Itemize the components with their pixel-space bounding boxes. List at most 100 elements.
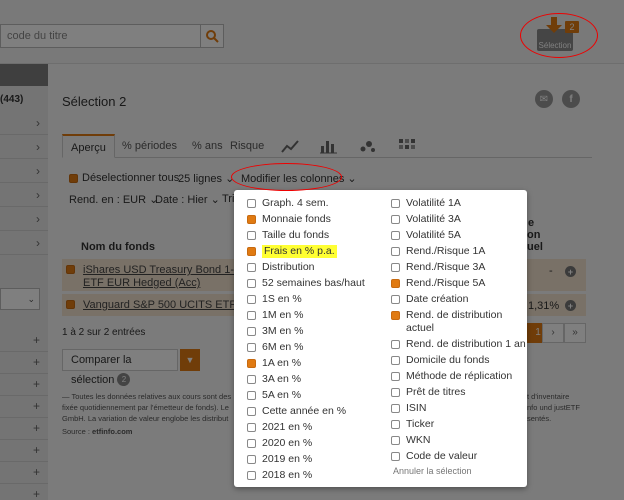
column-option[interactable]: Taille du fonds [247, 229, 329, 242]
column-option-checkbox[interactable] [391, 311, 400, 320]
tab-risque[interactable]: Risque [222, 134, 272, 158]
column-option[interactable]: Rend./Risque 5A [391, 277, 485, 290]
search-button[interactable] [200, 24, 224, 48]
column-option-checkbox[interactable] [247, 279, 256, 288]
sidebar-row[interactable]: › [0, 135, 48, 159]
sort-select[interactable]: Tri [222, 193, 234, 205]
deselect-all-checkbox[interactable] [69, 174, 78, 183]
column-option-checkbox[interactable] [247, 455, 256, 464]
column-option-checkbox[interactable] [247, 247, 256, 256]
column-option[interactable]: Domicile du fonds [391, 354, 489, 367]
sidebar-row[interactable]: + [0, 482, 48, 500]
column-option-checkbox[interactable] [391, 263, 400, 272]
column-option[interactable]: Rend. de distribution 1 an [391, 338, 526, 351]
column-option[interactable]: 1M en % [247, 309, 303, 322]
column-option[interactable]: Prêt de titres [391, 386, 466, 399]
deselect-all-label[interactable]: Déselectionner tous [82, 172, 179, 184]
facebook-share-icon[interactable]: f [562, 90, 580, 108]
column-option[interactable]: 3M en % [247, 325, 303, 338]
column-option[interactable]: Rend. de distribution actuel [391, 309, 502, 335]
column-option-checkbox[interactable] [247, 375, 256, 384]
column-option-checkbox[interactable] [391, 340, 400, 349]
scatter-icon[interactable] [359, 138, 377, 154]
column-option-checkbox[interactable] [391, 388, 400, 397]
column-option[interactable]: 52 semaines bas/haut [247, 277, 365, 290]
column-option[interactable]: Cette année en % [247, 405, 346, 418]
column-header-name[interactable]: Nom du fonds [81, 241, 155, 253]
column-option-checkbox[interactable] [247, 407, 256, 416]
column-option[interactable]: Distribution [247, 261, 315, 274]
column-option-checkbox[interactable] [391, 420, 400, 429]
sidebar-row[interactable]: + [0, 394, 48, 418]
tab-apercu[interactable]: Aperçu [62, 134, 115, 158]
column-option[interactable]: WKN [391, 434, 431, 447]
compare-selection-button[interactable]: Comparer la sélection 2 [62, 349, 178, 386]
column-option[interactable]: 1A en % [247, 357, 301, 370]
column-option-checkbox[interactable] [247, 439, 256, 448]
column-option[interactable]: Volatilité 5A [391, 229, 461, 242]
column-option-checkbox[interactable] [247, 391, 256, 400]
add-icon[interactable]: + [565, 300, 576, 311]
mail-share-icon[interactable]: ✉ [535, 90, 553, 108]
heatmap-icon[interactable] [398, 138, 416, 154]
sidebar-row[interactable]: + [0, 438, 48, 462]
column-option-checkbox[interactable] [391, 404, 400, 413]
sidebar-row[interactable]: + [0, 372, 48, 396]
add-icon[interactable]: + [565, 266, 576, 277]
column-option[interactable]: ISIN [391, 402, 426, 415]
column-option-checkbox[interactable] [391, 452, 400, 461]
column-option-checkbox[interactable] [391, 199, 400, 208]
column-option-checkbox[interactable] [391, 279, 400, 288]
column-option[interactable]: Monnaie fonds [247, 213, 331, 226]
fund-link[interactable]: Vanguard S&P 500 UCITS ETF [83, 299, 236, 311]
column-option[interactable]: Rend./Risque 1A [391, 245, 485, 258]
sidebar-row[interactable]: › [0, 183, 48, 207]
sidebar-row[interactable]: › [0, 111, 48, 135]
column-option-checkbox[interactable] [247, 199, 256, 208]
return-currency-select[interactable]: Rend. en : EUR ⌄ [69, 193, 158, 206]
sidebar-row[interactable]: + [0, 350, 48, 374]
column-option-checkbox[interactable] [247, 311, 256, 320]
column-option[interactable]: Rend./Risque 3A [391, 261, 485, 274]
sidebar-select[interactable]: ⌄ [0, 288, 40, 310]
column-option-checkbox[interactable] [247, 343, 256, 352]
column-option[interactable]: Frais en % p.a. [247, 245, 337, 258]
column-option-checkbox[interactable] [391, 436, 400, 445]
column-option[interactable]: Graph. 4 sem. [247, 197, 329, 210]
column-option[interactable]: 2021 en % [247, 421, 312, 434]
column-option-checkbox[interactable] [247, 359, 256, 368]
sidebar-row[interactable]: › [0, 207, 48, 231]
tab-periodes[interactable]: % périodes [114, 134, 185, 158]
column-option[interactable]: 6M en % [247, 341, 303, 354]
column-option-checkbox[interactable] [247, 327, 256, 336]
column-option[interactable]: 2018 en % [247, 469, 312, 482]
column-option[interactable]: Code de valeur [391, 450, 477, 463]
column-option[interactable]: 5A en % [247, 389, 301, 402]
column-option[interactable]: 2020 en % [247, 437, 312, 450]
column-option-checkbox[interactable] [247, 231, 256, 240]
cancel-selection-link[interactable]: Annuler la sélection [393, 466, 472, 476]
column-option-checkbox[interactable] [247, 471, 256, 480]
search-input[interactable]: code du titre [0, 24, 200, 48]
sidebar-row[interactable]: › [0, 159, 48, 183]
column-option-checkbox[interactable] [391, 356, 400, 365]
column-option-checkbox[interactable] [247, 295, 256, 304]
row-checkbox[interactable] [66, 300, 75, 309]
sidebar-row[interactable]: + [0, 328, 48, 352]
column-option-checkbox[interactable] [391, 215, 400, 224]
column-option[interactable]: 2019 en % [247, 453, 312, 466]
column-option-checkbox[interactable] [391, 372, 400, 381]
page-next[interactable]: › [542, 323, 564, 343]
page-last[interactable]: » [564, 323, 586, 343]
column-option[interactable]: 1S en % [247, 293, 302, 306]
lines-select[interactable]: 25 lignes ⌄ [178, 172, 234, 185]
column-option[interactable]: Volatilité 1A [391, 197, 461, 210]
bar-chart-icon[interactable] [320, 138, 338, 154]
column-option[interactable]: Volatilité 3A [391, 213, 461, 226]
column-option-checkbox[interactable] [247, 215, 256, 224]
date-select[interactable]: Date : Hier ⌄ [155, 193, 220, 206]
sidebar-row[interactable]: + [0, 460, 48, 484]
row-checkbox[interactable] [66, 265, 75, 274]
sidebar-row[interactable]: › [0, 231, 48, 255]
column-option[interactable]: 3A en % [247, 373, 301, 386]
